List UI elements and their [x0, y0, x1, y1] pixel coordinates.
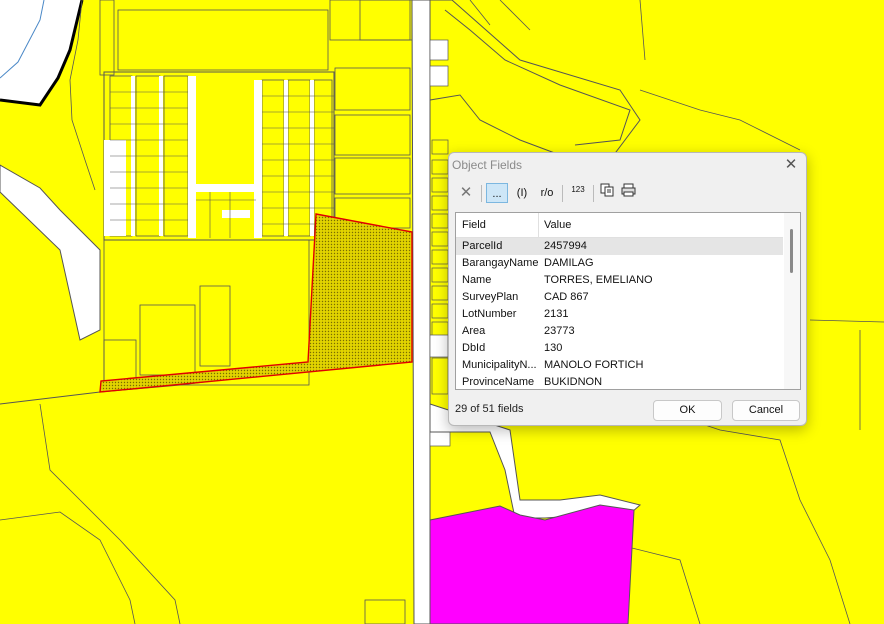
- table-row[interactable]: Name TORRES, EMELIANO: [456, 272, 783, 289]
- field-column-header[interactable]: Field: [462, 219, 486, 231]
- ok-button[interactable]: OK: [653, 400, 722, 421]
- dialog-titlebar[interactable]: Object Fields ✕: [449, 153, 806, 177]
- table-row[interactable]: SurveyPlan CAD 867: [456, 289, 783, 306]
- delete-x-icon[interactable]: ✕: [457, 183, 475, 203]
- field-count-status: 29 of 51 fields: [455, 403, 524, 415]
- table-row[interactable]: LotNumber 2131: [456, 306, 783, 323]
- object-fields-dialog: Object Fields ✕ ✕ ... (I) r/o 123 Field …: [448, 152, 807, 426]
- table-row[interactable]: ProvinceName BUKIDNON: [456, 374, 783, 389]
- ellipsis-button[interactable]: ...: [486, 183, 508, 203]
- special-zone: [429, 504, 635, 624]
- table-row[interactable]: Area 23773: [456, 323, 783, 340]
- fields-list[interactable]: Field Value ParcelId 2457994 BarangayName…: [455, 212, 801, 390]
- dialog-title: Object Fields: [452, 158, 523, 172]
- cancel-button[interactable]: Cancel: [732, 400, 800, 421]
- table-row[interactable]: BarangayName DAMILAG: [456, 255, 783, 272]
- info-button[interactable]: (I): [512, 183, 532, 203]
- numbering-button[interactable]: 123: [567, 183, 589, 203]
- main-road: [411, 0, 431, 624]
- copy-icon[interactable]: [598, 183, 616, 203]
- list-header: Field Value: [456, 213, 783, 238]
- vertical-scrollbar[interactable]: [784, 213, 800, 389]
- table-row[interactable]: DbId 130: [456, 340, 783, 357]
- scrollbar-thumb[interactable]: [790, 229, 793, 273]
- table-row[interactable]: MunicipalityN... MANOLO FORTICH: [456, 357, 783, 374]
- dialog-toolbar: ✕ ... (I) r/o 123: [455, 183, 795, 205]
- print-icon[interactable]: [619, 183, 637, 203]
- value-column-header[interactable]: Value: [544, 219, 571, 231]
- readonly-button[interactable]: r/o: [536, 183, 558, 203]
- close-icon[interactable]: ✕: [782, 156, 800, 174]
- table-row[interactable]: ParcelId 2457994: [456, 238, 783, 255]
